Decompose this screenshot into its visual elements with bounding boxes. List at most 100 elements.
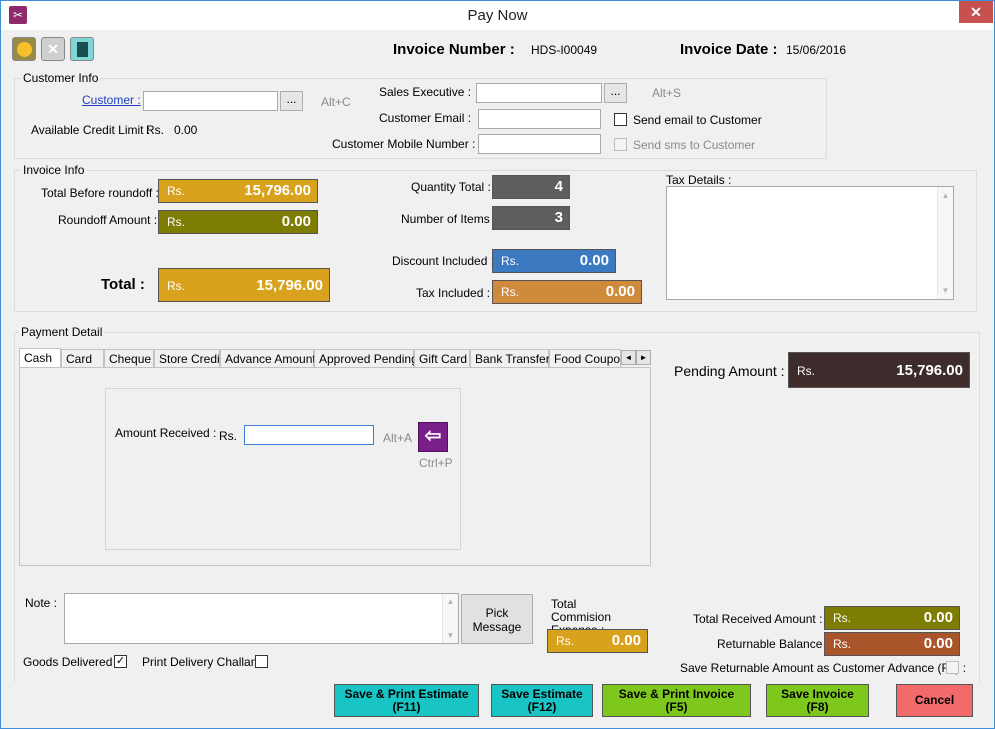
goods-delivered-checkbox[interactable]: ✓ <box>114 655 127 668</box>
credit-limit-value: 0.00 <box>174 123 198 137</box>
note-textarea[interactable]: ▲ ▼ <box>64 593 459 644</box>
send-sms-checkbox[interactable] <box>614 138 627 151</box>
sales-executive-label: Sales Executive : <box>379 85 472 99</box>
save-print-invoice-key: (F5) <box>665 700 688 714</box>
tab-food-coupon[interactable]: Food Coupon <box>549 349 621 368</box>
save-estimate-key: (F12) <box>527 700 557 714</box>
scroll-up-icon[interactable]: ▲ <box>443 597 458 606</box>
note-scrollbar[interactable]: ▲ ▼ <box>442 594 458 643</box>
commission-box: Rs. 0.00 <box>547 629 648 653</box>
tab-scroll-right-icon[interactable]: ► <box>636 350 651 365</box>
send-email-label: Send email to Customer <box>633 113 762 127</box>
returnable-balance-label: Returnable Balance : <box>717 637 830 651</box>
quantity-total-value: 4 <box>554 178 563 195</box>
cancel-button[interactable]: Cancel <box>896 684 973 717</box>
apply-amount-button[interactable]: ⇦ <box>418 422 448 452</box>
print-challan-checkbox[interactable] <box>255 655 268 668</box>
cancel-icon[interactable]: ✕ <box>41 37 65 61</box>
customer-input[interactable] <box>143 91 278 111</box>
customer-info-title: Customer Info <box>21 71 101 85</box>
window-title: Pay Now <box>467 7 528 24</box>
tab-approved-pending[interactable]: Approved Pending <box>314 349 418 368</box>
currency-label: Rs. <box>501 254 519 268</box>
total-received-value: 0.00 <box>923 609 953 626</box>
quantity-total-label: Quantity Total : <box>411 180 491 194</box>
tab-cash[interactable]: Cash <box>19 348 61 368</box>
tab-cheque[interactable]: Cheque <box>104 349 154 368</box>
close-button[interactable]: ✕ <box>959 1 993 23</box>
customer-mobile-label: Customer Mobile Number : <box>332 137 476 151</box>
currency-label: Rs. <box>797 364 815 378</box>
returnable-balance-box: Rs. 0.00 <box>824 632 960 656</box>
sales-executive-browse-button[interactable]: ... <box>604 83 627 103</box>
number-of-items-box: 3 <box>492 206 570 230</box>
roundoff-value: 0.00 <box>281 213 311 230</box>
save-invoice-button[interactable]: Save Invoice (F8) <box>766 684 869 717</box>
pick-message-button[interactable]: Pick Message <box>461 594 533 644</box>
send-email-checkbox[interactable] <box>614 113 627 126</box>
total-before-roundoff-label: Total Before roundoff : <box>41 186 159 200</box>
currency-label: Rs. <box>167 279 185 293</box>
currency-label: Rs. <box>501 285 519 299</box>
quantity-total-box: 4 <box>492 175 570 199</box>
credit-limit-label: Available Credit Limit : <box>31 123 151 137</box>
title-bar: ✂ Pay Now ✕ <box>1 1 994 30</box>
tab-gift-card[interactable]: Gift Card <box>414 349 470 368</box>
pay-icon[interactable] <box>12 37 36 61</box>
credit-currency: Rs. <box>146 123 164 137</box>
total-box: Rs. 15,796.00 <box>158 268 330 302</box>
total-received-label: Total Received Amount : <box>693 612 823 626</box>
currency-label: Rs. <box>167 215 185 229</box>
total-received-box: Rs. 0.00 <box>824 606 960 630</box>
customer-browse-button[interactable]: ... <box>280 91 303 111</box>
customer-mobile-input[interactable] <box>478 134 601 154</box>
calculator-icon[interactable] <box>70 37 94 61</box>
number-of-items-value: 3 <box>554 209 563 226</box>
scroll-down-icon[interactable]: ▼ <box>938 286 953 295</box>
save-print-estimate-key: (F11) <box>392 700 421 714</box>
sales-executive-input[interactable] <box>476 83 602 103</box>
invoice-number-label: Invoice Number : <box>393 41 515 58</box>
pay-now-window: ✂ Pay Now ✕ ✕ Invoice Number : HDS-I0004… <box>0 0 995 729</box>
total-before-roundoff-box: Rs. 15,796.00 <box>158 179 318 203</box>
pick-message-label: Pick Message <box>472 606 522 634</box>
tax-details-scrollbar[interactable]: ▲ ▼ <box>937 187 953 299</box>
save-invoice-key: (F8) <box>806 700 829 714</box>
total-label: Total : <box>101 276 145 293</box>
tax-details-label: Tax Details : <box>666 173 732 187</box>
send-sms-label: Send sms to Customer <box>633 138 756 152</box>
tab-bank-transfer[interactable]: Bank Transfer <box>470 349 550 368</box>
total-value: 15,796.00 <box>256 277 323 294</box>
save-advance-checkbox[interactable] <box>946 661 959 674</box>
tab-advance-amount[interactable]: Advance Amount <box>220 349 316 368</box>
amount-received-input[interactable] <box>244 425 374 445</box>
invoice-info-title: Invoice Info <box>21 163 87 177</box>
amount-shortcut: Alt+A <box>383 431 413 445</box>
tab-card[interactable]: Card <box>61 349 104 368</box>
tab-store-credit[interactable]: Store Credit <box>154 349 223 368</box>
currency-label: Rs. <box>833 637 851 651</box>
save-print-estimate-button[interactable]: Save & Print Estimate (F11) <box>334 684 479 717</box>
discount-included-value: 0.00 <box>579 252 609 269</box>
sales-executive-shortcut: Alt+S <box>652 86 682 100</box>
note-label: Note : <box>25 596 58 610</box>
save-estimate-button[interactable]: Save Estimate (F12) <box>491 684 593 717</box>
customer-link[interactable]: Customer : <box>82 93 141 107</box>
scroll-up-icon[interactable]: ▲ <box>938 191 953 200</box>
tab-scroll-left-icon[interactable]: ◄ <box>621 350 636 365</box>
discount-included-label: Discount Included : <box>392 254 495 268</box>
customer-email-input[interactable] <box>478 109 601 129</box>
scroll-down-icon[interactable]: ▼ <box>443 631 458 640</box>
number-of-items-label: Number of Items : <box>401 212 497 226</box>
save-print-invoice-button[interactable]: Save & Print Invoice (F5) <box>602 684 751 717</box>
tax-details-box[interactable]: ▲ ▼ <box>666 186 954 300</box>
discount-included-box: Rs. 0.00 <box>492 249 616 273</box>
tax-included-label: Tax Included : <box>416 286 491 300</box>
currency-label: Rs. <box>833 611 851 625</box>
amount-received-panel <box>105 388 461 550</box>
pending-amount-value: 15,796.00 <box>896 362 963 379</box>
commission-value: 0.00 <box>611 632 641 649</box>
apply-shortcut: Ctrl+P <box>419 456 453 470</box>
roundoff-label: Roundoff Amount : <box>58 213 158 227</box>
pending-amount-box: Rs. 15,796.00 <box>788 352 970 388</box>
